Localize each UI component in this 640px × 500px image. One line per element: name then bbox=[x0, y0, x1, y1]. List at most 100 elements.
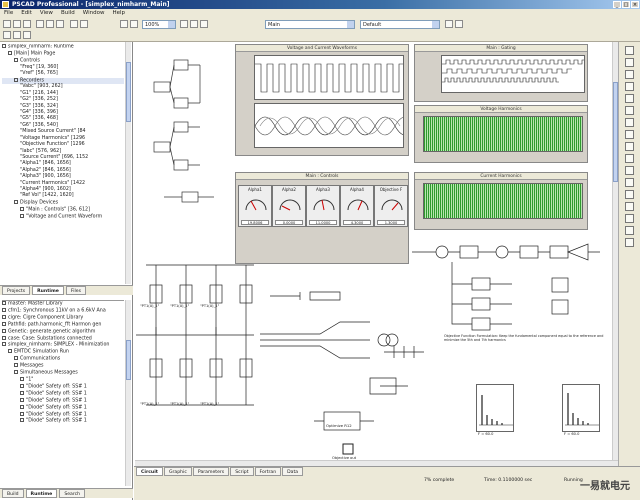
tab-build[interactable]: Build bbox=[2, 489, 24, 498]
voltage-harmonics-panel[interactable]: Voltage Harmonics bbox=[414, 105, 588, 163]
close-button[interactable]: × bbox=[631, 1, 639, 8]
voltage-plot[interactable] bbox=[254, 55, 404, 100]
meter-alpha1[interactable]: Alpha1 19.8006 bbox=[238, 185, 272, 227]
pause-icon[interactable] bbox=[23, 31, 31, 39]
cut-icon[interactable] bbox=[36, 20, 44, 28]
meter-alpha2[interactable]: Alpha2 0.0000 bbox=[272, 185, 306, 227]
new-icon[interactable] bbox=[3, 20, 11, 28]
tree-item[interactable]: Pathfid: path.harmonic_fft Harmon gen bbox=[2, 321, 124, 329]
current-harmonics-panel[interactable]: Current Harmonics bbox=[414, 172, 588, 230]
menu-view[interactable]: View bbox=[40, 9, 53, 18]
meter-alpha4[interactable]: Alpha4 4.3000 bbox=[340, 185, 374, 227]
layers-icon[interactable] bbox=[455, 20, 463, 28]
switch-icon[interactable] bbox=[625, 106, 634, 115]
undo-icon[interactable] bbox=[70, 20, 78, 28]
inductor-icon[interactable] bbox=[625, 58, 634, 67]
menu-file[interactable]: File bbox=[4, 9, 13, 18]
tree-root[interactable]: simplex_nimharm: Runtime bbox=[2, 44, 124, 51]
text-icon[interactable] bbox=[200, 20, 208, 28]
breaker-icon[interactable] bbox=[625, 214, 634, 223]
meter-alpha3[interactable]: Alpha3 11.0000 bbox=[306, 185, 340, 227]
open-icon[interactable] bbox=[13, 20, 21, 28]
fft-plot-1[interactable] bbox=[476, 384, 514, 432]
zoom-out-icon[interactable] bbox=[130, 20, 138, 28]
tree-item[interactable]: "Main : Controls" [36, 612] bbox=[2, 206, 124, 214]
grid-icon[interactable] bbox=[445, 20, 453, 28]
meter-icon[interactable] bbox=[625, 142, 634, 151]
node-icon[interactable] bbox=[625, 166, 634, 175]
ground-icon[interactable] bbox=[625, 82, 634, 91]
tree-item[interactable]: case: Case: Substations connected bbox=[2, 335, 124, 343]
controls-panel[interactable]: Main : Controls Alpha1 19.8006 Alpha2 0.… bbox=[235, 172, 409, 264]
menu-help[interactable]: Help bbox=[112, 9, 125, 18]
maximize-button[interactable]: □ bbox=[622, 1, 630, 8]
current-plot[interactable] bbox=[254, 103, 404, 148]
tree-item[interactable]: cigre: Cigre Component Library bbox=[2, 314, 124, 322]
run-icon[interactable] bbox=[3, 31, 11, 39]
menu-window[interactable]: Window bbox=[83, 9, 105, 18]
resistor-icon[interactable] bbox=[625, 46, 634, 55]
menu-build[interactable]: Build bbox=[61, 9, 75, 18]
library-scrollbar[interactable] bbox=[125, 300, 131, 486]
voltage-harmonics-plot[interactable] bbox=[423, 116, 583, 152]
control-icon[interactable] bbox=[625, 238, 634, 247]
scroll-thumb[interactable] bbox=[126, 62, 131, 122]
select-icon[interactable] bbox=[180, 20, 188, 28]
tab-search[interactable]: Search bbox=[59, 489, 86, 498]
diode-icon[interactable] bbox=[625, 118, 634, 127]
copy-icon[interactable] bbox=[46, 20, 54, 28]
tree-item[interactable]: "1" bbox=[2, 376, 124, 384]
meter-objective[interactable]: Objective F 1.3000 bbox=[374, 185, 408, 227]
tab-runtime[interactable]: Runtime bbox=[32, 286, 64, 295]
tab-projects[interactable]: Projects bbox=[2, 286, 31, 295]
bus-icon[interactable] bbox=[625, 202, 634, 211]
current-harmonics-plot[interactable] bbox=[423, 183, 583, 219]
scope-icon[interactable] bbox=[625, 154, 634, 163]
gating-plot[interactable] bbox=[441, 55, 585, 93]
label-icon[interactable] bbox=[625, 178, 634, 187]
redo-icon[interactable] bbox=[80, 20, 88, 28]
tree-item[interactable]: Messages bbox=[2, 363, 124, 370]
tab-data[interactable]: Data bbox=[282, 467, 304, 476]
stop-icon[interactable] bbox=[13, 31, 21, 39]
tab-script[interactable]: Script bbox=[230, 467, 254, 476]
zoom-combo[interactable]: 100% bbox=[142, 20, 176, 29]
tree-item[interactable]: "Diode" Safety off: SS# 1 bbox=[2, 397, 124, 405]
tree-item[interactable]: Controls bbox=[2, 57, 124, 65]
zoom-in-icon[interactable] bbox=[120, 20, 128, 28]
capacitor-icon[interactable] bbox=[625, 70, 634, 79]
tree-item[interactable]: Display Devices bbox=[2, 199, 124, 207]
source-icon[interactable] bbox=[625, 94, 634, 103]
tree-item[interactable]: "Diode" Safety off: SS# 1 bbox=[2, 390, 124, 398]
tree-item[interactable]: simplex_nimharm: SIMPLEX - Minimization bbox=[2, 342, 124, 349]
tab-runtime-messages[interactable]: Runtime bbox=[25, 489, 58, 498]
tree-item[interactable]: Genetic: generate.genetic algorithm bbox=[2, 328, 124, 336]
module-combo[interactable]: Main bbox=[265, 20, 355, 29]
waveform-panel[interactable]: Voltage and Current Waveforms bbox=[235, 44, 409, 156]
workspace-scrollbar[interactable] bbox=[125, 42, 131, 284]
gating-panel[interactable]: Main : Gating bbox=[414, 44, 588, 102]
menu-edit[interactable]: Edit bbox=[21, 9, 32, 18]
paste-icon[interactable] bbox=[56, 20, 64, 28]
tree-item[interactable]: Simultaneous Messages bbox=[2, 370, 124, 377]
wire-icon[interactable] bbox=[625, 190, 634, 199]
tree-item[interactable]: master: Master Library bbox=[2, 301, 124, 308]
component-combo[interactable]: Default bbox=[360, 20, 440, 29]
tree-item[interactable]: "Diode" Safety off: SS# 1 bbox=[2, 404, 124, 412]
tree-item[interactable]: "Diode" Safety off: SS# 1 bbox=[2, 411, 124, 419]
tree-item[interactable]: "Diode" Safety off: SS# 1 bbox=[2, 383, 124, 391]
fft-plot-2[interactable] bbox=[562, 384, 600, 432]
scroll-thumb[interactable] bbox=[126, 340, 131, 380]
tab-circuit[interactable]: Circuit bbox=[136, 467, 163, 476]
tree-item[interactable]: "Voltage and Current Waveform bbox=[2, 213, 124, 221]
circuit-canvas[interactable]: Voltage and Current Waveforms Main : Gat… bbox=[134, 42, 618, 466]
tab-files[interactable]: Files bbox=[65, 286, 86, 295]
tree-item[interactable]: [Main] Main Page bbox=[2, 50, 124, 58]
tree-item[interactable]: cfm1: Synchronous 11kV on a 6.6kV Ana bbox=[2, 307, 124, 315]
tab-parameters[interactable]: Parameters bbox=[192, 467, 230, 476]
minimize-button[interactable]: _ bbox=[613, 1, 621, 8]
tree-item[interactable]: "Diode" Safety off: SS# 1 bbox=[2, 418, 124, 425]
wire-icon[interactable] bbox=[190, 20, 198, 28]
transformer-icon[interactable] bbox=[625, 130, 634, 139]
tree-item[interactable]: EMTDC Simulation Run bbox=[2, 349, 124, 356]
